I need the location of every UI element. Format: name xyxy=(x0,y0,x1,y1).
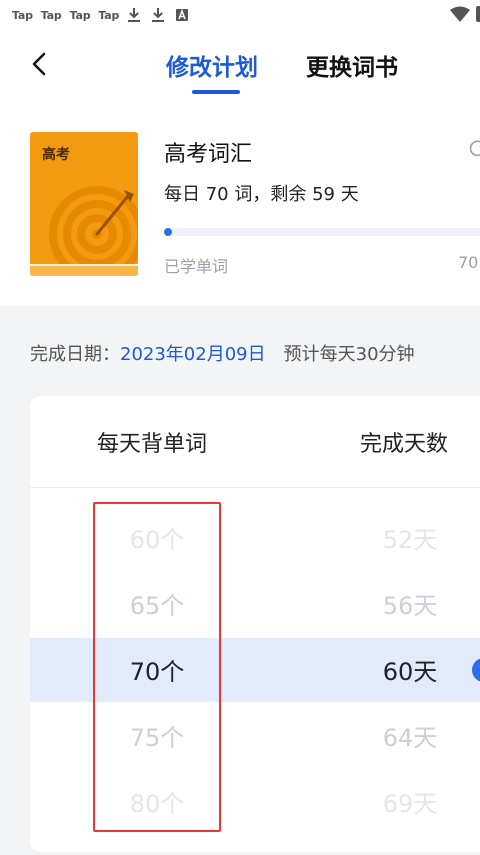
completion-date-label: 完成日期： xyxy=(30,344,120,365)
completion-date: 2023年02月09日 xyxy=(120,344,266,365)
status-tap-label: Tap xyxy=(12,8,33,22)
words-per-day-option[interactable]: 60个 xyxy=(87,520,227,555)
days-option[interactable]: 64天 xyxy=(340,718,480,753)
target-dart-icon xyxy=(49,186,138,268)
days-selected[interactable]: 60天 xyxy=(340,652,480,687)
wifi-icon xyxy=(450,6,470,22)
plan-summary: 每日 70 词，剩余 59 天 xyxy=(164,184,359,205)
picker-header: 每天背单词 完成天数 xyxy=(30,396,480,488)
days-to-finish-header: 完成天数 xyxy=(360,432,449,457)
status-tap-label: Tap xyxy=(69,8,91,22)
top-bar: 修改计划 更换词书 xyxy=(0,30,480,102)
days-option[interactable]: 69天 xyxy=(340,784,480,819)
learning-progress-fill xyxy=(164,228,172,236)
tab-change-book[interactable]: 更换词书 xyxy=(306,48,398,82)
words-per-day-option[interactable]: 75个 xyxy=(87,718,227,753)
refresh-icon[interactable] xyxy=(468,138,480,158)
plan-page: Tap Tap Tap Tap 修改计划 更换词书 高考 高考词汇 每日 70 … xyxy=(0,0,480,855)
book-title: 高考词汇 xyxy=(164,142,253,167)
book-card: 高考 高考词汇 每日 70 词，剩余 59 天 已学单词 70 xyxy=(0,102,480,306)
cover-stripe xyxy=(30,266,138,276)
status-tap-label: Tap xyxy=(98,8,120,22)
status-tap-label: Tap xyxy=(40,8,62,22)
tab-modify-plan[interactable]: 修改计划 xyxy=(166,48,258,82)
words-per-day-header: 每天背单词 xyxy=(97,432,208,457)
words-per-day-option[interactable]: 80个 xyxy=(87,784,227,819)
battery-icon xyxy=(476,6,480,22)
notification-a-icon xyxy=(176,8,189,21)
download-icon xyxy=(152,8,165,22)
status-bar: Tap Tap Tap Tap xyxy=(0,0,480,30)
cover-label: 高考 xyxy=(42,147,70,163)
words-per-day-selected[interactable]: 70个 xyxy=(87,652,227,687)
download-icon xyxy=(128,8,141,22)
back-arrow-icon[interactable] xyxy=(24,48,56,80)
book-cover[interactable]: 高考 xyxy=(30,132,138,276)
days-option[interactable]: 52天 xyxy=(340,520,480,555)
active-tab-indicator xyxy=(192,90,240,94)
daily-time-estimate: 预计每天30分钟 xyxy=(283,344,415,365)
learned-words-total: 70 xyxy=(458,253,479,272)
completion-info: 完成日期：2023年02月09日 预计每天30分钟 xyxy=(30,340,415,366)
plan-picker: 每天背单词 完成天数 60个 65个 70个 75个 80个 52天 56天 6… xyxy=(30,396,480,852)
days-option[interactable]: 56天 xyxy=(340,586,480,621)
words-per-day-option[interactable]: 65个 xyxy=(87,586,227,621)
learned-words-label: 已学单词 xyxy=(164,257,229,276)
learning-progress-bar xyxy=(164,228,480,236)
